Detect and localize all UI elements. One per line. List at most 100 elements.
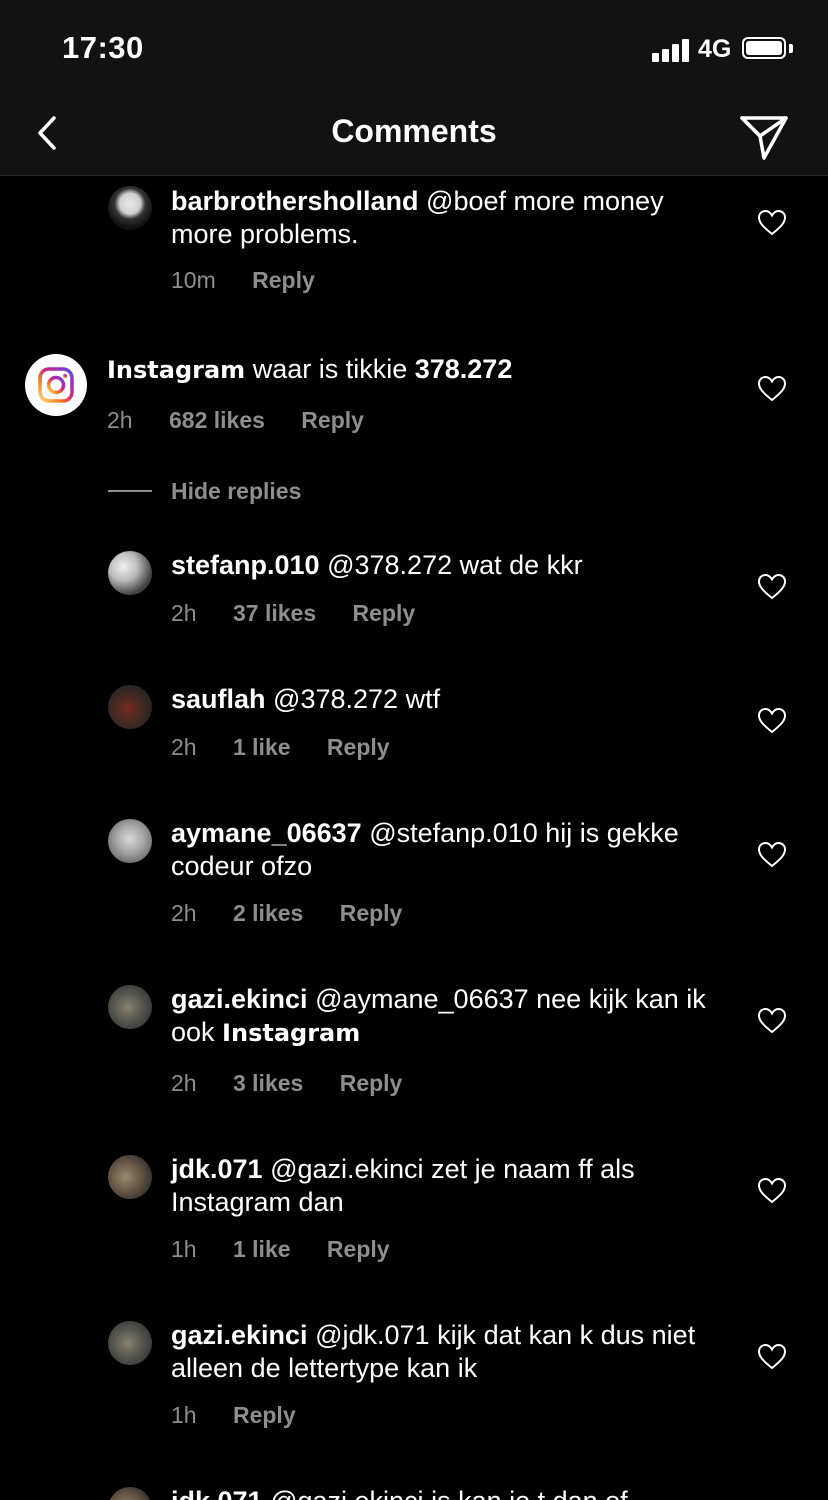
comment-body: wat de kkr bbox=[452, 550, 583, 580]
comment-text: Instagram waar is tikkie 378.272 bbox=[107, 353, 707, 387]
comment-text: gazi.ekinci @jdk.071 kijk dat kan k dus … bbox=[171, 1319, 716, 1385]
comment-text: barbrothersholland @boef more money more… bbox=[171, 185, 711, 251]
mention-link[interactable]: @aymane_06637 bbox=[315, 984, 529, 1014]
mention-link[interactable]: @boef bbox=[426, 186, 506, 216]
likes-count[interactable]: 1 like bbox=[233, 734, 291, 760]
comment-item: aymane_06637 @stefanp.010 hij is gekke c… bbox=[0, 816, 828, 946]
reply-button[interactable]: Reply bbox=[327, 734, 390, 760]
comment-meta: 2h 682 likes Reply bbox=[107, 407, 394, 434]
heart-icon[interactable] bbox=[758, 842, 786, 868]
reply-button[interactable]: Reply bbox=[353, 600, 416, 626]
comment-meta: 1h Reply bbox=[171, 1402, 326, 1429]
mention-link[interactable]: @gazi.ekinci bbox=[270, 1154, 423, 1184]
divider bbox=[108, 490, 152, 492]
comment-body: wtf bbox=[398, 684, 441, 714]
battery-tip bbox=[789, 44, 793, 53]
paper-plane-icon bbox=[740, 116, 788, 160]
heart-icon[interactable] bbox=[758, 210, 786, 236]
likes-count[interactable]: 2 likes bbox=[233, 900, 303, 926]
reply-button[interactable]: Reply bbox=[252, 267, 315, 293]
reply-button[interactable]: Reply bbox=[327, 1236, 390, 1262]
avatar[interactable] bbox=[108, 1155, 152, 1199]
page-title: Comments bbox=[331, 113, 497, 149]
comment-time: 2h bbox=[171, 1070, 197, 1096]
navigation-bar: Comments bbox=[0, 96, 828, 176]
reply-button[interactable]: Reply bbox=[233, 1402, 296, 1428]
comment-item: gazi.ekinci @jdk.071 kijk dat kan k dus … bbox=[0, 1318, 828, 1448]
comment-time: 2h bbox=[171, 734, 197, 760]
avatar[interactable] bbox=[108, 1487, 152, 1500]
comment-meta: 10m Reply bbox=[171, 267, 345, 294]
comment-text: gazi.ekinci @aymane_06637 nee kijk kan i… bbox=[171, 983, 716, 1050]
heart-icon[interactable] bbox=[758, 708, 786, 734]
comment-text: jdk.071 @gazi.ekinci is kan je t dan of bbox=[171, 1485, 716, 1500]
comment-time: 2h bbox=[171, 600, 197, 626]
reply-button[interactable]: Reply bbox=[340, 1070, 403, 1096]
mention-link[interactable]: @378.272 bbox=[273, 684, 398, 714]
comment-username[interactable]: Instagram bbox=[107, 356, 245, 384]
comment-time: 1h bbox=[171, 1402, 197, 1428]
avatar[interactable] bbox=[108, 985, 152, 1029]
hide-replies-button[interactable]: Hide replies bbox=[108, 478, 408, 508]
likes-count[interactable]: 682 likes bbox=[169, 407, 265, 433]
avatar[interactable] bbox=[108, 685, 152, 729]
comment-text: aymane_06637 @stefanp.010 hij is gekke c… bbox=[171, 817, 716, 883]
styled-word: Instagram bbox=[222, 1019, 361, 1047]
comment-username[interactable]: stefanp.010 bbox=[171, 550, 320, 580]
status-bar: 17:30 4G bbox=[0, 0, 828, 96]
network-type: 4G bbox=[698, 35, 732, 63]
battery-icon bbox=[742, 37, 786, 59]
comment-text: sauflah @378.272 wtf bbox=[171, 683, 711, 716]
comment-text: stefanp.010 @378.272 wat de kkr bbox=[171, 549, 711, 582]
comment-username[interactable]: barbrothersholland bbox=[171, 186, 419, 216]
heart-icon[interactable] bbox=[758, 1008, 786, 1034]
reply-button[interactable]: Reply bbox=[340, 900, 403, 926]
comment-item: gazi.ekinci @aymane_06637 nee kijk kan i… bbox=[0, 982, 828, 1112]
comment-meta: 2h 3 likes Reply bbox=[171, 1070, 432, 1097]
comment-meta: 2h 1 like Reply bbox=[171, 734, 420, 761]
avatar[interactable] bbox=[108, 186, 152, 230]
heart-icon[interactable] bbox=[758, 1344, 786, 1370]
comment-item: jdk.071 @gazi.ekinci zet je naam ff als … bbox=[0, 1152, 828, 1282]
avatar[interactable] bbox=[108, 1321, 152, 1365]
comment-body: is kan je t dan of bbox=[424, 1486, 628, 1500]
heart-icon[interactable] bbox=[758, 574, 786, 600]
comment-time: 10m bbox=[171, 267, 216, 293]
comment-time: 1h bbox=[171, 1236, 197, 1262]
comment-meta: 1h 1 like Reply bbox=[171, 1236, 420, 1263]
mention-link[interactable]: @gazi.ekinci bbox=[270, 1486, 423, 1500]
comment-username[interactable]: sauflah bbox=[171, 684, 266, 714]
comment-item: jdk.071 @gazi.ekinci is kan je t dan of bbox=[0, 1484, 828, 1500]
status-time: 17:30 bbox=[62, 30, 144, 65]
mention-link[interactable]: @stefanp.010 bbox=[369, 818, 538, 848]
avatar[interactable] bbox=[108, 819, 152, 863]
comment-body: waar is tikkie bbox=[245, 354, 415, 384]
comment-meta: 2h 2 likes Reply bbox=[171, 900, 432, 927]
likes-count[interactable]: 1 like bbox=[233, 1236, 291, 1262]
comment-item: barbrothersholland @boef more money more… bbox=[0, 180, 828, 320]
comment-username[interactable]: jdk.071 bbox=[171, 1486, 263, 1500]
comment-username[interactable]: gazi.ekinci bbox=[171, 1320, 308, 1350]
comment-highlight: 378.272 bbox=[414, 354, 513, 384]
likes-count[interactable]: 37 likes bbox=[233, 600, 316, 626]
heart-icon[interactable] bbox=[758, 1178, 786, 1204]
reply-button[interactable]: Reply bbox=[301, 407, 364, 433]
comment-item: sauflah @378.272 wtf 2h 1 like Reply bbox=[0, 682, 828, 782]
comment-item: Instagram waar is tikkie 378.272 2h 682 … bbox=[0, 352, 828, 462]
comment-username[interactable]: jdk.071 bbox=[171, 1154, 263, 1184]
avatar[interactable] bbox=[108, 551, 152, 595]
likes-count[interactable]: 3 likes bbox=[233, 1070, 303, 1096]
share-button[interactable] bbox=[736, 104, 792, 164]
comment-username[interactable]: gazi.ekinci bbox=[171, 984, 308, 1014]
avatar[interactable] bbox=[25, 354, 87, 416]
instagram-logo-icon bbox=[38, 367, 74, 403]
comment-time: 2h bbox=[171, 900, 197, 926]
comment-item: stefanp.010 @378.272 wat de kkr 2h 37 li… bbox=[0, 548, 828, 648]
signal-strength-icon bbox=[652, 38, 692, 62]
comment-username[interactable]: aymane_06637 bbox=[171, 818, 362, 848]
comment-time: 2h bbox=[107, 407, 133, 433]
heart-icon[interactable] bbox=[758, 376, 786, 402]
comment-meta: 2h 37 likes Reply bbox=[171, 600, 445, 627]
mention-link[interactable]: @378.272 bbox=[327, 550, 452, 580]
mention-link[interactable]: @jdk.071 bbox=[315, 1320, 429, 1350]
